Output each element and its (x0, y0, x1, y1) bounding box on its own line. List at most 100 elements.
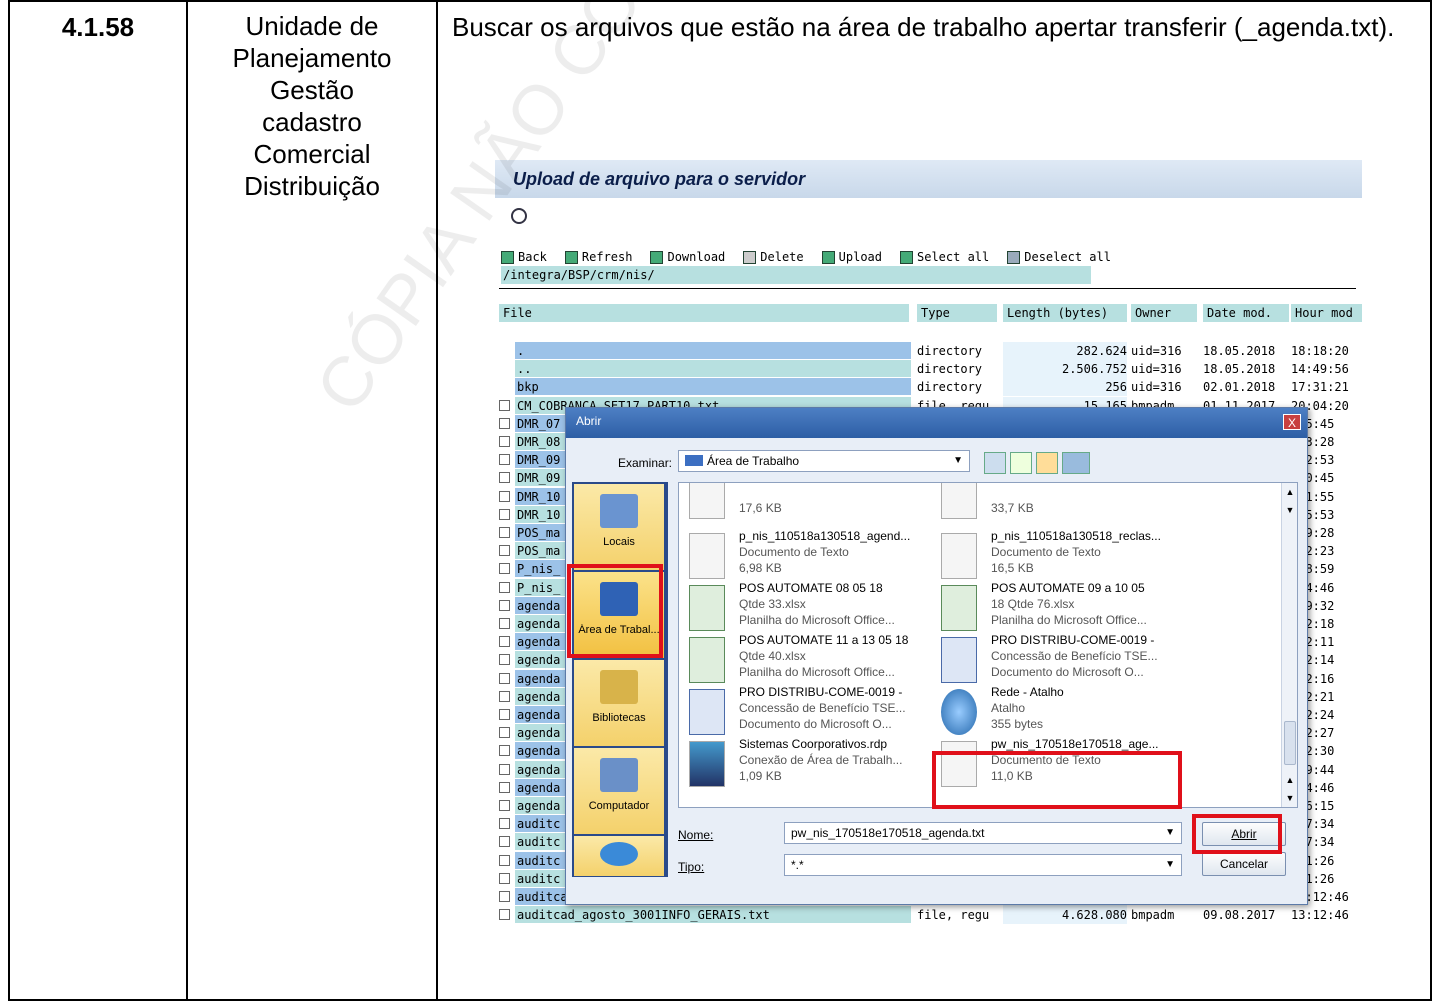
file-size: Documento do Microsoft O... (739, 717, 892, 731)
row-checkbox[interactable] (499, 527, 510, 538)
file-item[interactable]: POS AUTOMATE 09 a 10 05 18 Qtde 76.xlsx Pl… (935, 581, 1185, 639)
row-checkbox[interactable] (499, 654, 510, 666)
file-owner: bmpadm (1131, 908, 1175, 923)
back-button[interactable]: Back (501, 248, 547, 266)
row-checkbox[interactable] (499, 417, 510, 429)
column-header-type[interactable]: Type (917, 304, 997, 322)
wd-file-icon (941, 637, 977, 683)
delete-button[interactable]: Delete (743, 248, 804, 266)
file-item[interactable]: POS AUTOMATE 11 a 13 05 18 Qtde 40.xlsx Pl… (683, 633, 933, 691)
look-in-select[interactable]: Área de Trabalho ▼ (678, 450, 970, 472)
refresh-button[interactable]: Refresh (564, 248, 632, 266)
row-checkbox[interactable] (499, 690, 510, 702)
file-item[interactable]: 17,6 KB (683, 483, 933, 527)
file-item[interactable]: Sistemas Coorporativos.rdp Conexão de Áre… (683, 737, 933, 795)
file-hour: 14:49:56 (1291, 362, 1349, 377)
file-size: 16,5 KB (991, 561, 1034, 575)
file-name-label: Nome: (678, 828, 714, 842)
scroll-down-icon[interactable]: ▼ (1284, 793, 1296, 805)
row-checkbox[interactable] (499, 709, 510, 720)
upload-button[interactable]: Upload (821, 248, 882, 266)
file-item[interactable]: Rede - Atalho Atalho 355 bytes (935, 685, 1185, 743)
new-folder-icon[interactable] (1036, 452, 1058, 474)
file-type-select[interactable]: *.* ▼ (784, 854, 1182, 876)
unit-line: cadastro (262, 107, 362, 137)
row-checkbox[interactable] (499, 891, 510, 902)
file-item[interactable]: p_nis_110518a130518_agend... Documento de… (683, 529, 933, 587)
row-checkbox[interactable] (499, 727, 510, 739)
file-type: directory (917, 380, 983, 395)
row-checkbox[interactable] (499, 909, 510, 921)
column-divider (436, 0, 438, 1001)
file-hour: 18:18:20 (1291, 344, 1349, 358)
row-checkbox[interactable] (499, 399, 510, 411)
file-name-input[interactable]: pw_nis_170518e170518_agenda.txt ▼ (784, 822, 1182, 844)
column-header-date[interactable]: Date mod. (1203, 304, 1289, 322)
screen-title: Upload de arquivo para o servidor (495, 160, 1362, 198)
row-checkbox[interactable] (499, 745, 510, 757)
file-item[interactable]: 33,7 KB (935, 483, 1185, 527)
row-checkbox[interactable] (499, 545, 510, 557)
file-item[interactable]: PRO DISTRIBU-COME-0019 - Concessão de Ben… (683, 685, 933, 743)
file-item[interactable]: POS AUTOMATE 08 05 18 Qtde 33.xlsx Planilh… (683, 581, 933, 639)
column-header-length[interactable]: Length (bytes) (1003, 304, 1127, 322)
computer-icon (600, 758, 638, 792)
row-checkbox[interactable] (499, 581, 510, 593)
close-button[interactable]: X (1283, 414, 1301, 430)
scrollbar[interactable]: ▲ ▼ ▲ ▼ (1281, 483, 1297, 807)
row-checkbox[interactable] (499, 872, 510, 884)
row-checkbox[interactable] (499, 818, 510, 830)
download-button[interactable]: Download (650, 248, 725, 266)
file-item[interactable]: p_nis_110518a130518_reclas... Documento d… (935, 529, 1185, 587)
scroll-down-icon[interactable]: ▼ (1284, 505, 1296, 517)
row-checkbox[interactable] (499, 472, 510, 484)
desktop-icon (685, 455, 703, 466)
row-checkbox[interactable] (499, 800, 510, 811)
column-header-file[interactable]: File (499, 304, 909, 322)
row-checkbox[interactable] (499, 854, 510, 866)
file-length: 256 (1003, 378, 1127, 397)
row-checkbox[interactable] (499, 490, 510, 502)
row-checkbox[interactable] (499, 454, 510, 466)
row-checkbox[interactable] (499, 618, 510, 629)
scroll-up-icon[interactable]: ▲ (1284, 775, 1296, 787)
view-menu-icon[interactable] (1062, 452, 1090, 474)
refresh-icon (564, 250, 578, 264)
cancel-button[interactable]: Cancelar (1202, 852, 1286, 876)
row-checkbox[interactable] (499, 508, 510, 520)
unit-line: Gestão (270, 75, 354, 105)
scroll-up-icon[interactable]: ▲ (1284, 487, 1296, 499)
place-locais[interactable]: Locais (574, 484, 664, 570)
row-checkbox[interactable] (499, 836, 510, 848)
file-name: Rede - Atalho (991, 685, 1064, 699)
file-size: Planilha do Microsoft Office... (739, 613, 895, 627)
place-network[interactable] (574, 836, 664, 876)
scroll-thumb[interactable] (1284, 721, 1296, 765)
file-date: 02.01.2018 (1203, 380, 1276, 395)
row-checkbox[interactable] (499, 599, 510, 611)
column-header-hour[interactable]: Hour mod (1291, 304, 1362, 322)
row-checkbox[interactable] (499, 636, 510, 648)
place-computer[interactable]: Computador (574, 748, 664, 834)
back-icon (501, 250, 514, 264)
select-all-button[interactable]: Select all (900, 248, 989, 266)
row-checkbox[interactable] (499, 763, 510, 775)
file-size: Planilha do Microsoft Office... (991, 613, 1147, 627)
deselect-all-button[interactable]: Deselect all (1007, 248, 1111, 266)
file-item[interactable]: PRO DISTRIBU-COME-0019 - Concessão de Ben… (935, 633, 1185, 691)
file-length: 4.628.080 (1003, 906, 1127, 925)
file-name: pw_nis_170518e170518_age... (991, 737, 1159, 751)
row-checkbox[interactable] (499, 436, 510, 447)
search-icon[interactable] (511, 208, 527, 224)
row-checkbox[interactable] (499, 563, 510, 575)
row-checkbox[interactable] (499, 781, 510, 793)
column-header-owner[interactable]: Owner (1131, 304, 1197, 322)
place-libraries[interactable]: Bibliotecas (574, 660, 664, 746)
file-date: 18.05.2018 (1203, 362, 1276, 377)
file-owner: uid=316 (1131, 380, 1182, 395)
up-folder-icon[interactable] (1010, 452, 1032, 474)
txt-file-icon (689, 533, 725, 579)
libraries-icon (600, 670, 638, 704)
back-icon[interactable] (984, 452, 1006, 474)
row-checkbox[interactable] (499, 672, 510, 684)
